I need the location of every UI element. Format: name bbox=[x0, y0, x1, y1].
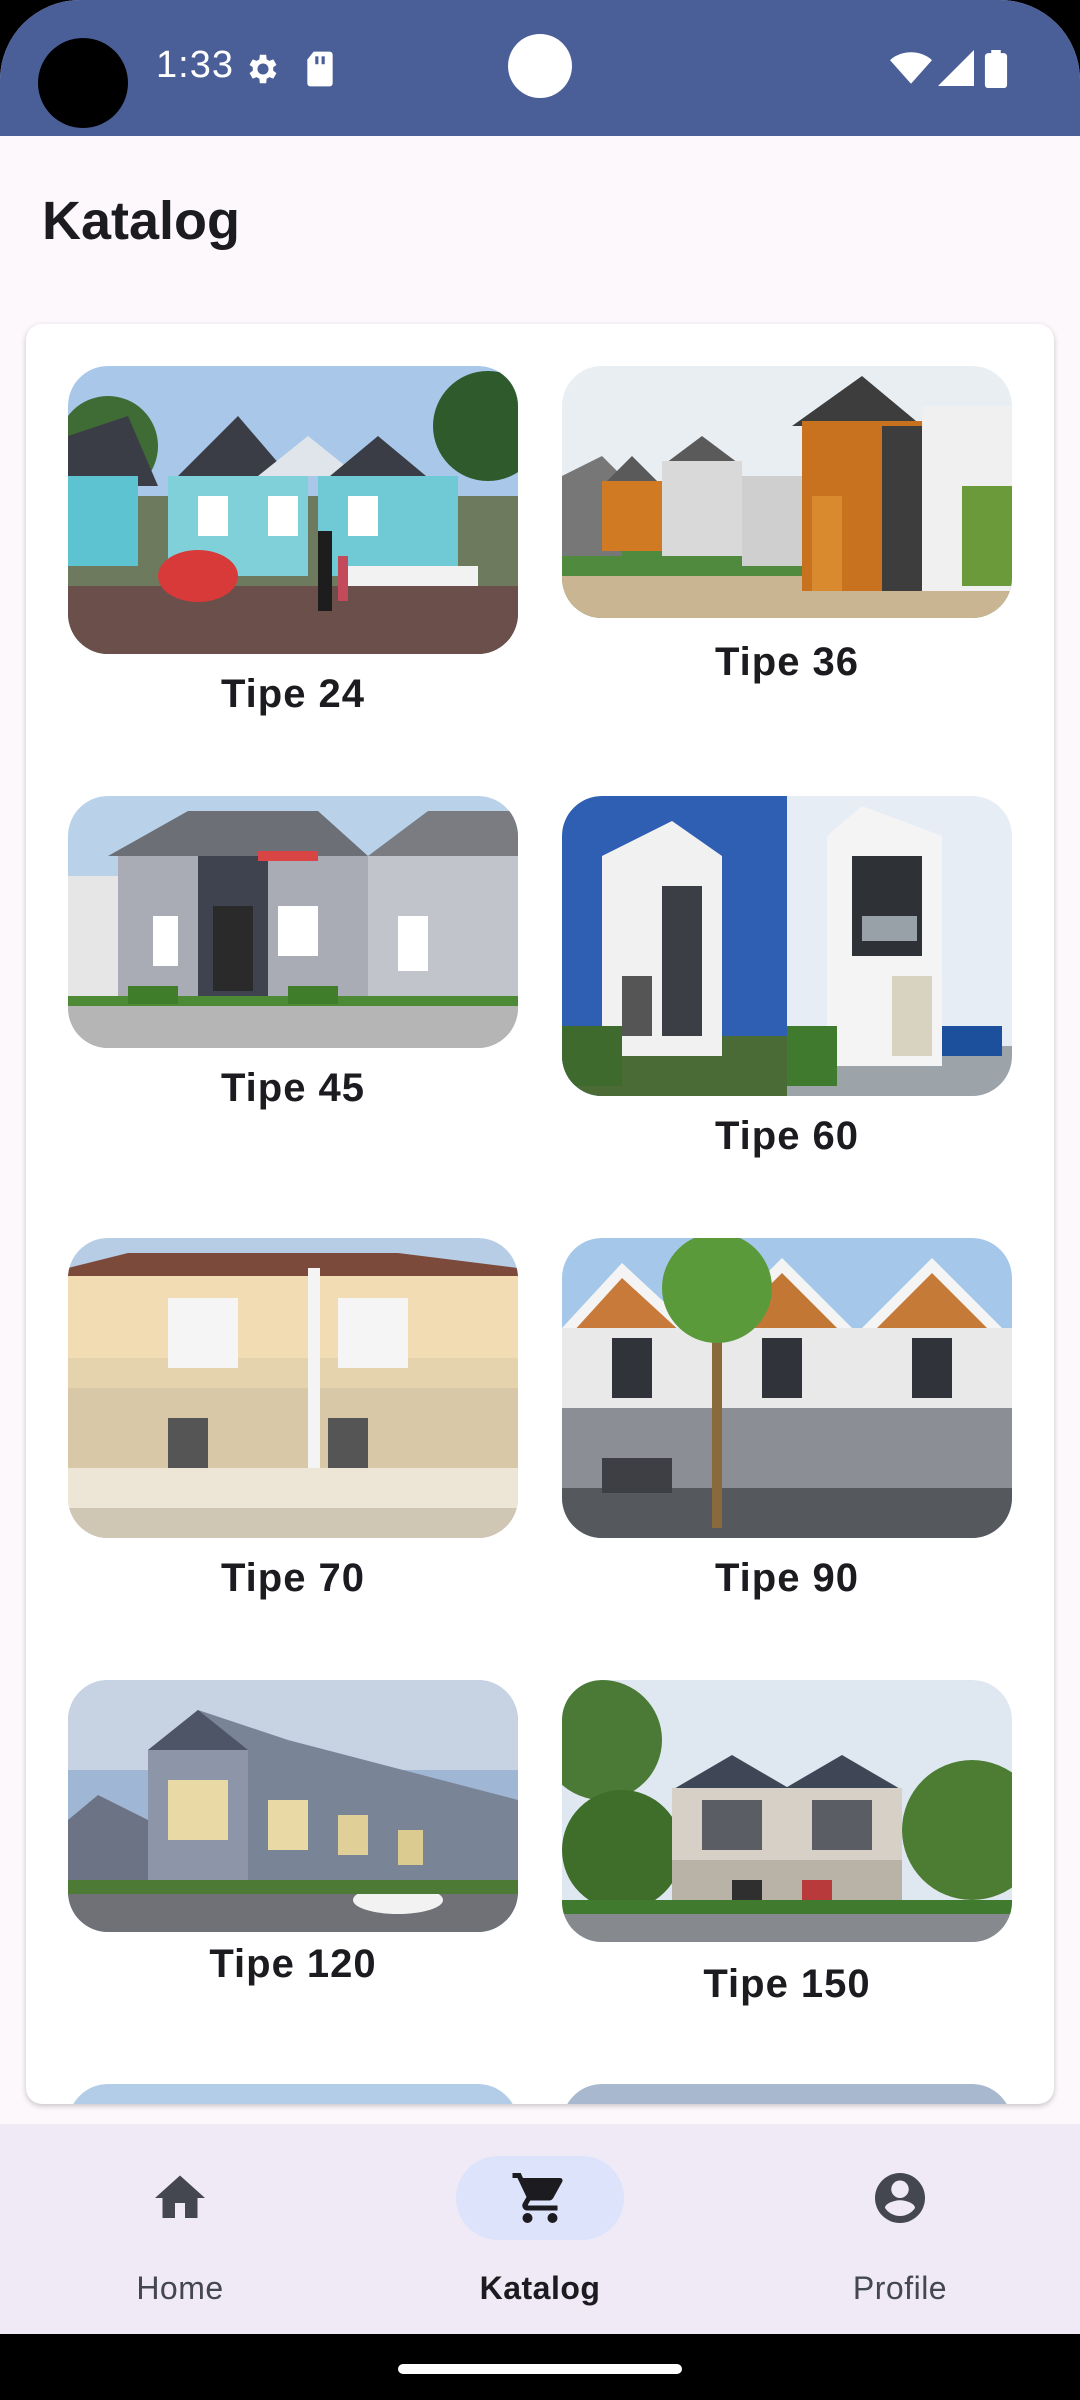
house-image bbox=[68, 796, 518, 1048]
nav-item-home[interactable]: Home bbox=[0, 2124, 360, 2334]
item-label: Tipe 90 bbox=[714, 1556, 860, 1600]
nav-label: Home bbox=[136, 2270, 224, 2306]
status-time: 1:33 bbox=[156, 44, 234, 86]
item-label: Tipe 24 bbox=[220, 672, 366, 716]
signal-icon bbox=[938, 50, 974, 86]
nav-item-profile[interactable]: Profile bbox=[720, 2124, 1080, 2334]
wifi-icon bbox=[890, 52, 932, 84]
page-title: Katalog bbox=[42, 191, 241, 251]
item-label: Tipe 36 bbox=[714, 640, 860, 684]
house-image bbox=[562, 366, 1012, 618]
nav-label: Katalog bbox=[479, 2270, 601, 2306]
house-image bbox=[562, 1238, 1012, 1538]
battery-icon bbox=[984, 50, 1008, 88]
house-image bbox=[68, 2084, 518, 2104]
home-handle[interactable] bbox=[398, 2364, 682, 2374]
bottom-navigation: Home Katalog Profile bbox=[0, 2124, 1080, 2334]
house-image bbox=[562, 1680, 1012, 1942]
status-bar: 1:33 bbox=[0, 0, 1080, 136]
front-camera bbox=[508, 34, 572, 98]
item-label: Tipe 120 bbox=[209, 1942, 377, 1986]
nav-label: Profile bbox=[852, 2270, 948, 2306]
house-image bbox=[562, 2084, 1012, 2104]
gesture-bar bbox=[0, 2334, 1080, 2400]
item-label: Tipe 45 bbox=[220, 1066, 366, 1110]
sd-card-icon bbox=[307, 51, 333, 87]
camera-cutout bbox=[38, 38, 128, 128]
house-image bbox=[68, 1680, 518, 1932]
catalog-card[interactable]: Tipe 24 Tipe 36 Tipe 45 Tipe 60 Tipe 70 … bbox=[26, 324, 1054, 2104]
nav-item-katalog[interactable]: Katalog bbox=[360, 2124, 720, 2334]
screen: 1:33 Katalog Tipe 24 Tipe 36 Tipe 45 Tip… bbox=[0, 0, 1080, 2400]
cart-icon bbox=[512, 2173, 563, 2223]
house-image bbox=[562, 796, 1012, 1096]
item-label: Tipe 70 bbox=[220, 1556, 366, 1600]
item-label: Tipe 150 bbox=[703, 1962, 871, 2006]
home-icon bbox=[155, 2175, 205, 2218]
house-image bbox=[68, 1238, 518, 1538]
account-circle-icon bbox=[875, 2173, 925, 2223]
house-image bbox=[68, 366, 518, 654]
settings-icon bbox=[249, 54, 277, 84]
item-label: Tipe 60 bbox=[714, 1114, 860, 1158]
